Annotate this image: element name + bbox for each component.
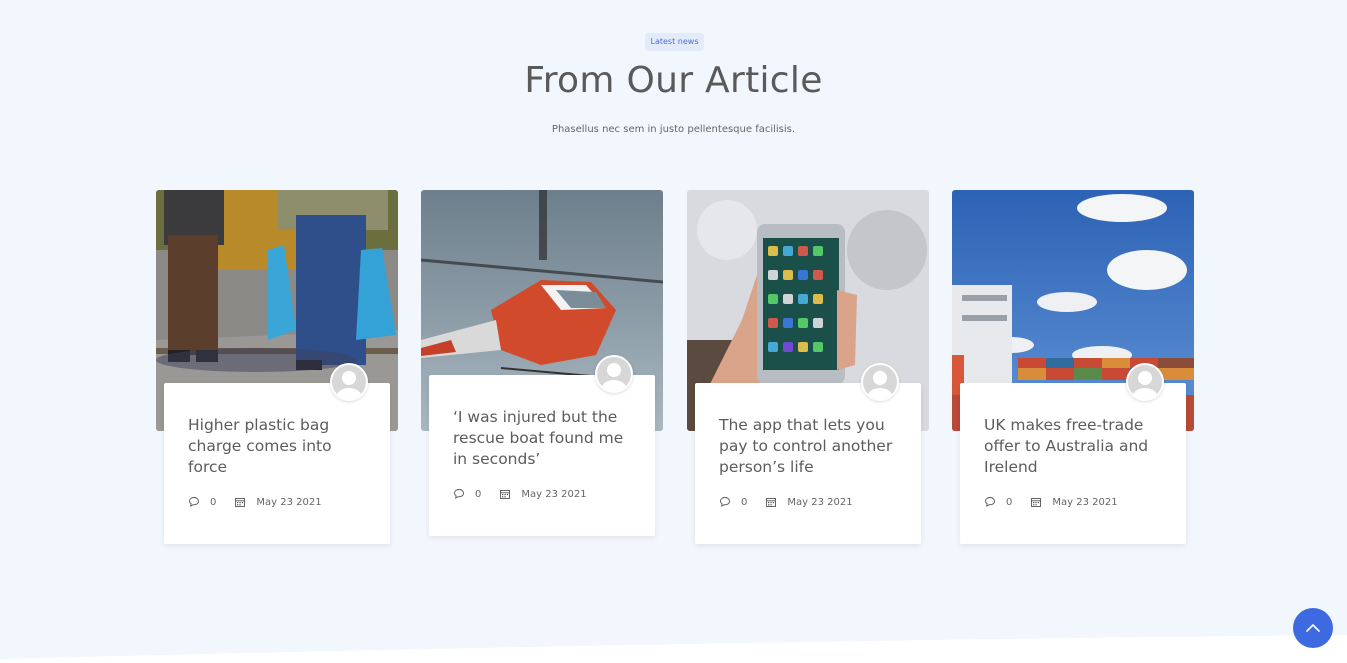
section-subtitle: Phasellus nec sem in justo pellentesque …	[551, 124, 796, 135]
article-card[interactable]: The app that lets you pay to control ano…	[695, 363, 921, 544]
article-title[interactable]: The app that lets you pay to control ano…	[719, 415, 903, 478]
comment-count: 0	[741, 496, 748, 508]
article-title[interactable]: ‘I was injured but the rescue boat found…	[453, 407, 637, 470]
article-date: May 23 2021	[521, 488, 587, 500]
chevron-up-icon	[1306, 624, 1320, 632]
article-card[interactable]: ‘I was injured but the rescue boat found…	[429, 355, 655, 536]
scroll-to-top-button[interactable]	[1293, 608, 1333, 648]
user-avatar-icon	[330, 363, 368, 401]
section-badge: Latest news	[645, 33, 704, 51]
user-avatar-icon	[1126, 363, 1164, 401]
article-date: May 23 2021	[787, 496, 853, 508]
calendar-icon	[235, 498, 246, 507]
comment-icon	[985, 497, 995, 507]
comment-count: 0	[475, 488, 482, 500]
comment-icon	[454, 489, 464, 499]
article-card[interactable]: UK makes free-trade offer to Australia a…	[960, 363, 1186, 544]
article-meta: 0 May 23 2021	[719, 495, 853, 509]
article-meta: 0 May 23 2021	[453, 487, 587, 501]
comment-icon	[720, 497, 730, 507]
calendar-icon	[500, 490, 511, 499]
latest-news-section: Latest news From Our Article Phasellus n…	[0, 0, 1347, 663]
article-meta: 0 May 23 2021	[188, 495, 322, 509]
article-card[interactable]: Higher plastic bag charge comes into for…	[164, 363, 390, 544]
comment-count: 0	[210, 496, 217, 508]
calendar-icon	[1031, 498, 1042, 507]
section-title: From Our Article	[524, 60, 823, 101]
article-title[interactable]: Higher plastic bag charge comes into for…	[188, 415, 372, 478]
footer-wave	[0, 635, 1347, 663]
calendar-icon	[766, 498, 777, 507]
comment-icon	[189, 497, 199, 507]
user-avatar-icon	[861, 363, 899, 401]
article-title[interactable]: UK makes free-trade offer to Australia a…	[984, 415, 1168, 478]
article-meta: 0 May 23 2021	[984, 495, 1118, 509]
article-date: May 23 2021	[1052, 496, 1118, 508]
comment-count: 0	[1006, 496, 1013, 508]
user-avatar-icon	[595, 355, 633, 393]
article-date: May 23 2021	[256, 496, 322, 508]
